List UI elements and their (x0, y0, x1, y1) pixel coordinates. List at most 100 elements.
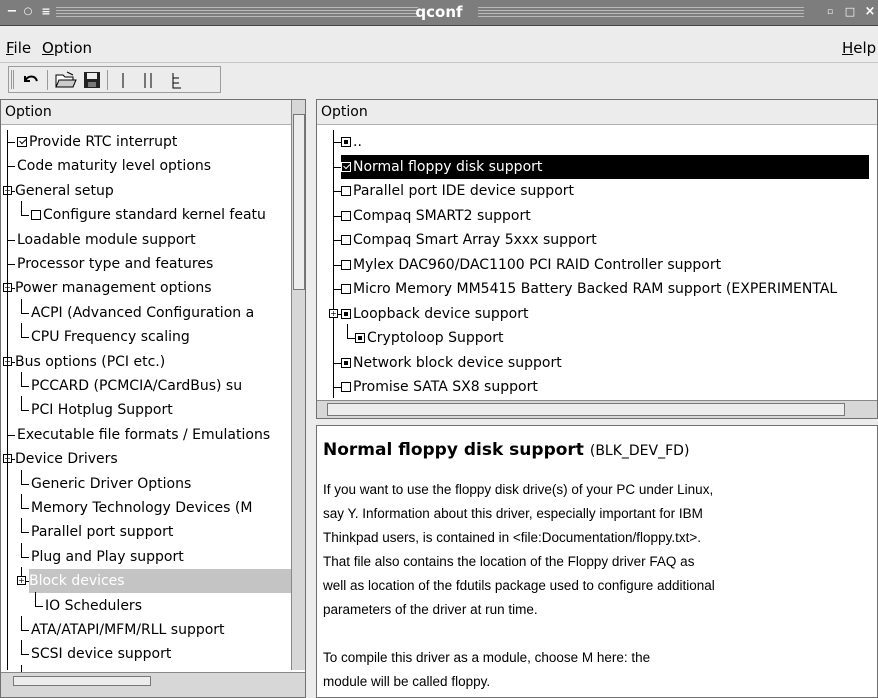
left-tree-row[interactable]: ACPI (Advanced Configuration a (31, 301, 289, 325)
right-tree-row[interactable]: Mylex DAC960/DAC1100 PCI RAID Controller… (341, 253, 869, 277)
right-tree-row[interactable]: Normal floppy disk support (341, 154, 869, 179)
single-view-icon[interactable] (113, 69, 133, 91)
option-checkbox[interactable] (31, 210, 41, 221)
left-tree-row[interactable]: SCSI device support (31, 642, 289, 666)
option-checkbox[interactable] (341, 235, 351, 245)
vertical-splitter[interactable] (306, 99, 316, 698)
left-hscroll-thumb[interactable] (13, 676, 151, 686)
full-view-icon[interactable] (165, 69, 187, 91)
left-tree-pane[interactable]: Option Provide RTC interrupt Code maturit… (0, 99, 306, 698)
left-tree-label: Memory Technology Devices (M (31, 500, 253, 516)
right-horizontal-scrollbar[interactable] (317, 400, 877, 418)
left-tree-row[interactable]: Generic Driver Options (31, 472, 289, 496)
right-tree-row[interactable]: Network block device support (341, 351, 869, 375)
left-scroll-thumb[interactable] (293, 114, 305, 290)
option-checkbox[interactable] (341, 161, 351, 172)
left-tree-label: IO Schedulers (45, 597, 142, 614)
option-checkbox[interactable] (355, 333, 365, 343)
undo-icon[interactable] (19, 69, 43, 91)
option-checkbox[interactable] (341, 308, 351, 319)
right-tree-row[interactable]: Micro Memory MM5415 Battery Backed RAM s… (341, 277, 869, 301)
option-checkbox[interactable] (341, 382, 351, 392)
left-tree-label: ACPI (Advanced Configuration a (31, 304, 255, 321)
menu-option[interactable]: Option (42, 39, 92, 57)
expand-toggle-icon[interactable]: + (329, 308, 338, 318)
left-tree-row[interactable]: Configure standard kernel featu (31, 203, 289, 227)
left-tree-label: CPU Frequency scaling (31, 329, 190, 346)
minimize-icon[interactable]: ▫ (822, 4, 838, 20)
left-tree-label: Plug and Play support (31, 548, 184, 565)
option-checkbox[interactable] (341, 357, 351, 368)
left-tree-row[interactable]: Code maturity level options (17, 154, 289, 178)
option-checkbox[interactable] (341, 186, 351, 196)
menu-file[interactable]: File (6, 39, 31, 57)
right-tree-pane[interactable]: Option .. Normal floppy disk support Paral… (316, 99, 878, 419)
left-tree-label: PCCARD (PCMCIA/CardBus) su (31, 378, 243, 394)
left-tree-row[interactable]: ATA/ATAPI/MFM/RLL support (31, 618, 289, 642)
close-icon[interactable]: × (862, 4, 878, 20)
toolbar (8, 66, 221, 93)
left-tree-label: Executable file formats / Emulations (17, 426, 271, 443)
save-icon[interactable] (81, 69, 103, 91)
right-tree-row[interactable]: Loopback device support (341, 302, 869, 326)
back-arrow-icon[interactable] (341, 137, 351, 147)
left-tree-row[interactable]: Plug and Play support (31, 545, 289, 569)
right-tree-row[interactable]: Promise SATA SX8 support (341, 375, 869, 399)
expand-toggle-icon[interactable]: + (17, 576, 26, 586)
left-tree-row[interactable]: Block devices (29, 569, 293, 594)
left-vertical-scrollbar[interactable] (291, 100, 305, 670)
help-text-line: parameters of the driver at run time. (323, 602, 538, 617)
menu-option-rest: ption (53, 39, 93, 57)
left-tree-row[interactable]: Device Drivers (15, 447, 293, 471)
left-tree-row[interactable]: General setup (15, 179, 293, 203)
right-tree-label: Parallel port IDE device support (353, 183, 574, 199)
left-tree-label: Device Drivers (15, 451, 118, 468)
left-tree-row[interactable]: CPU Frequency scaling (31, 325, 289, 349)
option-checkbox[interactable] (17, 137, 27, 147)
right-tree-row[interactable]: Cryptoloop Support (355, 326, 869, 350)
left-tree-row[interactable]: PCI Hotplug Support (31, 398, 289, 422)
left-column-header[interactable]: Option (1, 100, 291, 125)
toolbar-grip[interactable] (11, 70, 14, 89)
left-tree-label: ATA/ATAPI/MFM/RLL support (31, 622, 225, 638)
right-tree-label: Cryptoloop Support (367, 330, 504, 346)
left-tree-row[interactable]: Parallel port support (31, 520, 289, 544)
menu-help-rest: elp (853, 39, 877, 57)
menu-help[interactable]: Help (842, 39, 876, 57)
left-tree-label: Provide RTC interrupt (29, 134, 178, 150)
left-tree-row[interactable]: Memory Technology Devices (M (31, 496, 289, 520)
left-tree-row[interactable]: Executable file formats / Emulations (17, 423, 289, 447)
left-horizontal-scrollbar[interactable] (1, 672, 305, 697)
left-tree-label: Generic Driver Options (31, 475, 192, 492)
left-tree-label: PCI Hotplug Support (31, 402, 173, 419)
help-text-line: To compile this driver as a module, choo… (323, 650, 651, 665)
menu-file-rest: ile (13, 39, 32, 57)
right-tree-label: Compaq Smart Array 5xxx support (353, 232, 597, 248)
left-tree-row[interactable]: PCCARD (PCMCIA/CardBus) su (31, 374, 289, 398)
maximize-icon[interactable]: □ (842, 4, 858, 20)
right-tree-row[interactable]: Compaq Smart Array 5xxx support (341, 228, 869, 252)
right-tree-label: Network block device support (353, 354, 562, 371)
left-tree-row[interactable]: Processor type and features (17, 252, 289, 276)
right-tree-row[interactable]: Parallel port IDE device support (341, 179, 869, 203)
open-icon[interactable] (53, 69, 79, 91)
option-checkbox[interactable] (341, 284, 351, 294)
right-tree-row[interactable]: Compaq SMART2 support (341, 204, 869, 228)
option-checkbox[interactable] (341, 259, 351, 270)
split-view-icon[interactable] (137, 69, 159, 91)
right-hscroll-thumb[interactable] (327, 403, 845, 416)
left-tree-row[interactable]: Bus options (PCI etc.) (15, 350, 293, 374)
help-title-line: Normal floppy disk support (BLK_DEV_FD) (323, 440, 877, 460)
left-tree-row[interactable]: Power management options (15, 276, 293, 300)
window-title: qconf (415, 3, 463, 21)
title-bar[interactable]: − ○ ≡ qconf ▫ □ × (0, 0, 878, 26)
left-tree-label: Configure standard kernel featu (43, 207, 266, 224)
right-tree-row[interactable]: .. (341, 130, 869, 154)
left-tree-row[interactable]: IO Schedulers (45, 594, 289, 618)
left-tree-row[interactable]: Provide RTC interrupt (17, 130, 289, 154)
right-column-header[interactable]: Option (317, 100, 877, 125)
option-checkbox[interactable] (341, 210, 351, 221)
help-symbol: (BLK_DEV_FD) (589, 443, 690, 459)
help-text-pane[interactable]: Normal floppy disk support (BLK_DEV_FD) … (316, 425, 878, 698)
left-tree-row[interactable]: Loadable module support (17, 228, 289, 252)
